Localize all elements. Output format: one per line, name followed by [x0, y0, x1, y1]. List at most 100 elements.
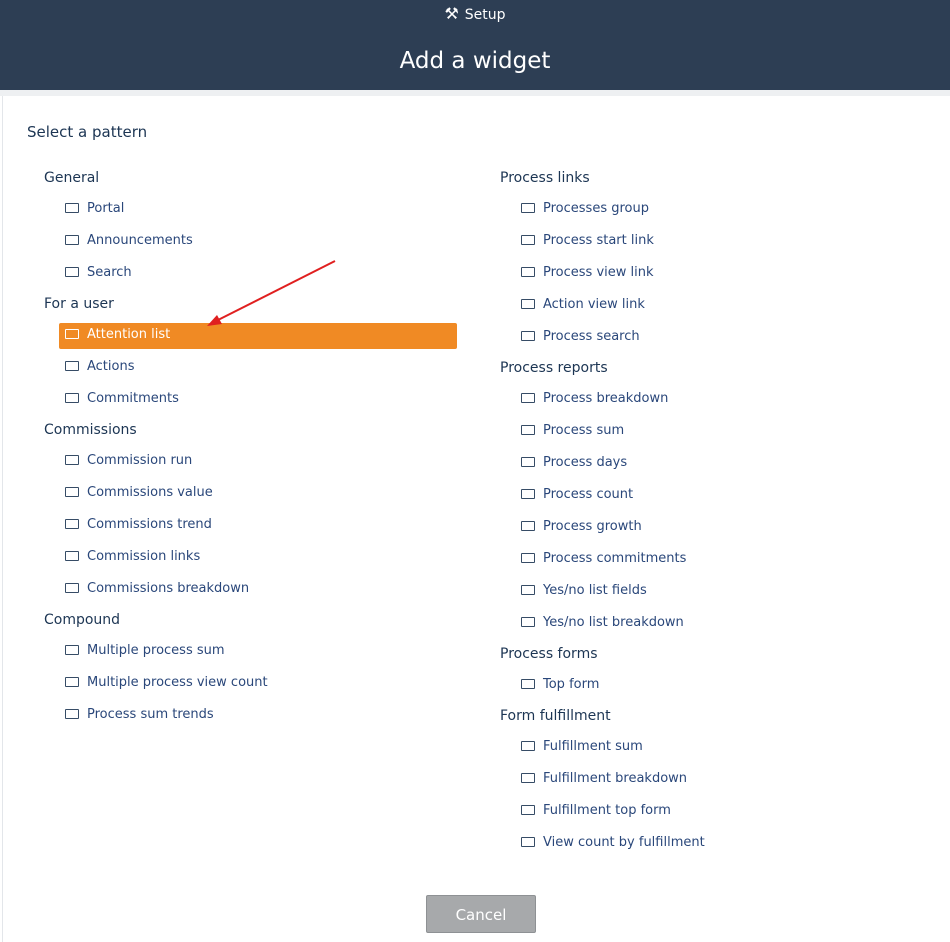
widget-icon: [65, 234, 79, 245]
pattern-item-commissions-value[interactable]: Commissions value: [40, 480, 460, 512]
pattern-item-label: Process search: [543, 329, 640, 344]
setup-link[interactable]: ⚒ Setup: [0, 3, 950, 26]
pattern-item-label: Fulfillment breakdown: [543, 771, 688, 786]
group-heading-form-fulfillment: Form fulfillment: [500, 708, 611, 724]
widget-icon: [65, 582, 79, 593]
pattern-item-content: Commission run: [63, 453, 192, 468]
setup-label: Setup: [464, 7, 506, 23]
pattern-item-content: Process sum trends: [63, 707, 214, 722]
group-heading-process-links: Process links: [500, 170, 590, 186]
group-heading-general: General: [44, 170, 100, 186]
pattern-item-process-commitments[interactable]: Process commitments: [496, 546, 916, 578]
pattern-item-fulfillment-breakdown[interactable]: Fulfillment breakdown: [496, 766, 916, 798]
pattern-item-label: Portal: [87, 201, 125, 216]
pattern-item-content: Multiple process sum: [63, 643, 225, 658]
widget-icon: [65, 360, 79, 371]
widget-icon: [521, 772, 535, 783]
tools-icon: ⚒: [444, 4, 459, 23]
pattern-item-content: Fulfillment top form: [519, 803, 671, 818]
widget-icon: [521, 392, 535, 403]
widget-icon: [521, 456, 535, 467]
widget-icon: [65, 644, 79, 655]
widget-icon: [65, 392, 79, 403]
pattern-item-label: Yes/no list breakdown: [543, 615, 684, 630]
pattern-item-content: Process count: [519, 487, 633, 502]
pattern-item-actions[interactable]: Actions: [40, 354, 460, 386]
pattern-item-commission-run[interactable]: Commission run: [40, 448, 460, 480]
page-title: Add a widget: [399, 48, 551, 74]
widget-icon: [521, 266, 535, 277]
pattern-item-label: Process breakdown: [543, 391, 669, 406]
widget-icon: [521, 804, 535, 815]
pattern-item-content: Process growth: [519, 519, 642, 534]
pattern-item-label: Process sum trends: [87, 707, 214, 722]
widget-icon: [65, 486, 79, 497]
pattern-item-search[interactable]: Search: [40, 260, 460, 292]
pattern-item-label: Process start link: [543, 233, 654, 248]
pattern-item-process-start-link[interactable]: Process start link: [496, 228, 916, 260]
pattern-item-content: Commission links: [63, 549, 200, 564]
pattern-item-label: Fulfillment top form: [543, 803, 671, 818]
widget-icon: [65, 550, 79, 561]
pattern-item-announcements[interactable]: Announcements: [40, 228, 460, 260]
pattern-item-content: Process start link: [519, 233, 654, 248]
widget-icon: [65, 676, 79, 687]
widget-icon: [521, 424, 535, 435]
group-heading-process-forms: Process forms: [500, 646, 598, 662]
pattern-item-label: Process commitments: [543, 551, 687, 566]
pattern-item-content: Search: [63, 265, 132, 280]
widget-icon: [65, 328, 79, 339]
pattern-item-top-form[interactable]: Top form: [496, 672, 916, 704]
pattern-item-content: Process sum: [519, 423, 624, 438]
pattern-item-label: Actions: [87, 359, 135, 374]
pattern-item-process-growth[interactable]: Process growth: [496, 514, 916, 546]
pattern-item-process-view-link[interactable]: Process view link: [496, 260, 916, 292]
pattern-item-content: Fulfillment sum: [519, 739, 643, 754]
pattern-item-label: Commissions value: [87, 485, 213, 500]
pattern-item-process-sum[interactable]: Process sum: [496, 418, 916, 450]
pattern-item-content: View count by fulfillment: [519, 835, 705, 850]
pattern-item-portal[interactable]: Portal: [40, 196, 460, 228]
pattern-item-process-days[interactable]: Process days: [496, 450, 916, 482]
pattern-item-process-sum-trends[interactable]: Process sum trends: [40, 702, 460, 734]
pattern-item-commissions-breakdown[interactable]: Commissions breakdown: [40, 576, 460, 608]
pattern-item-content: Multiple process view count: [63, 675, 268, 690]
pattern-item-commitments[interactable]: Commitments: [40, 386, 460, 418]
group-heading-for-a-user: For a user: [44, 296, 114, 312]
pattern-item-content: Attention list: [63, 327, 170, 342]
widget-icon: [521, 520, 535, 531]
pattern-item-content: Process commitments: [519, 551, 686, 566]
pattern-item-view-count-by-fulfillment[interactable]: View count by fulfillment: [496, 830, 916, 862]
cancel-button[interactable]: Cancel: [426, 895, 536, 933]
pattern-item-process-count[interactable]: Process count: [496, 482, 916, 514]
left-pattern-column: General Portal Announcements Search For a us…: [40, 166, 460, 734]
widget-icon: [65, 266, 79, 277]
pattern-item-content: Process days: [519, 455, 627, 470]
pattern-item-commission-links[interactable]: Commission links: [40, 544, 460, 576]
pattern-item-fulfillment-sum[interactable]: Fulfillment sum: [496, 734, 916, 766]
pattern-item-multiple-process-view-count[interactable]: Multiple process view count: [40, 670, 460, 702]
pattern-item-attention-list[interactable]: Attention list: [40, 322, 460, 354]
pattern-item-content: Yes/no list fields: [519, 583, 647, 598]
pattern-item-yes-no-list-breakdown[interactable]: Yes/no list breakdown: [496, 610, 916, 642]
widget-icon: [521, 740, 535, 751]
pattern-item-content: Yes/no list breakdown: [519, 615, 684, 630]
pattern-item-label: Commissions breakdown: [87, 581, 250, 596]
pattern-item-yes-no-list-fields[interactable]: Yes/no list fields: [496, 578, 916, 610]
widget-icon: [65, 518, 79, 529]
pattern-item-label: Commission links: [87, 549, 201, 564]
pattern-item-commissions-trend[interactable]: Commissions trend: [40, 512, 460, 544]
pattern-item-label: Action view link: [543, 297, 645, 312]
widget-icon: [521, 330, 535, 341]
pattern-item-process-breakdown[interactable]: Process breakdown: [496, 386, 916, 418]
pattern-item-label: Commission run: [87, 453, 193, 468]
pattern-item-processes-group[interactable]: Processes group: [496, 196, 916, 228]
widget-pattern-panel: Select a pattern General Portal Announceme…: [2, 96, 950, 942]
pattern-item-content: Commitments: [63, 391, 179, 406]
pattern-item-action-view-link[interactable]: Action view link: [496, 292, 916, 324]
pattern-item-multiple-process-sum[interactable]: Multiple process sum: [40, 638, 460, 670]
pattern-item-label: Announcements: [87, 233, 193, 248]
pattern-item-fulfillment-top-form[interactable]: Fulfillment top form: [496, 798, 916, 830]
widget-icon: [521, 488, 535, 499]
pattern-item-process-search[interactable]: Process search: [496, 324, 916, 356]
